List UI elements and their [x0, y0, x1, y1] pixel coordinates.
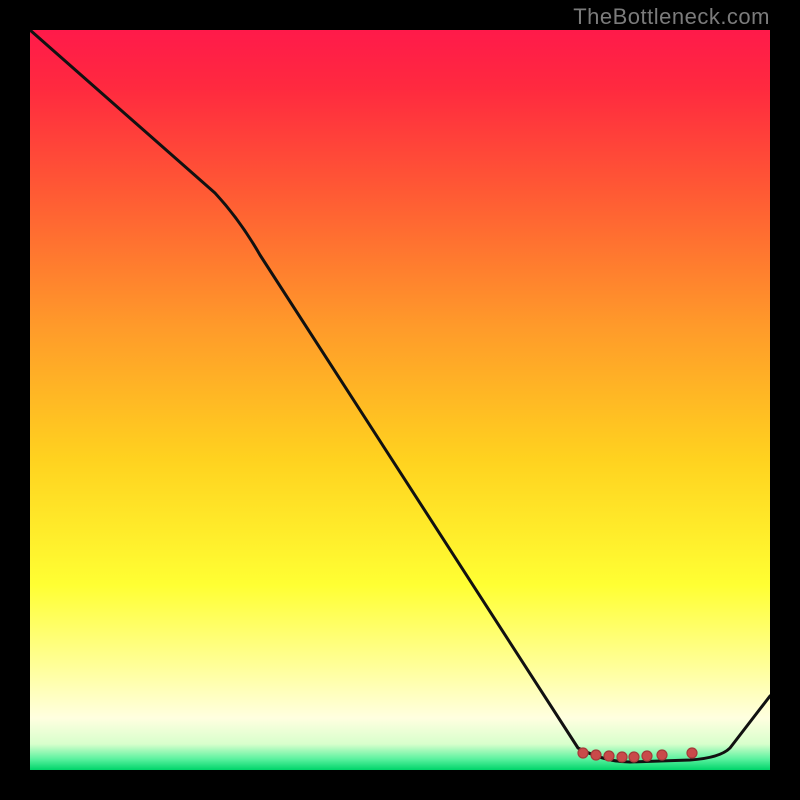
- marker-dot: [642, 751, 652, 761]
- marker-dot: [629, 752, 639, 762]
- marker-dot: [687, 748, 697, 758]
- chart-overlay: [30, 30, 770, 770]
- marker-dot: [591, 750, 601, 760]
- marker-dot: [657, 750, 667, 760]
- bottleneck-curve: [30, 30, 770, 762]
- marker-dot: [578, 748, 588, 758]
- chart-stage: TheBottleneck.com: [0, 0, 800, 800]
- marker-dot: [604, 751, 614, 761]
- plot-area: [30, 30, 770, 770]
- watermark-text: TheBottleneck.com: [573, 4, 770, 30]
- marker-dot: [617, 752, 627, 762]
